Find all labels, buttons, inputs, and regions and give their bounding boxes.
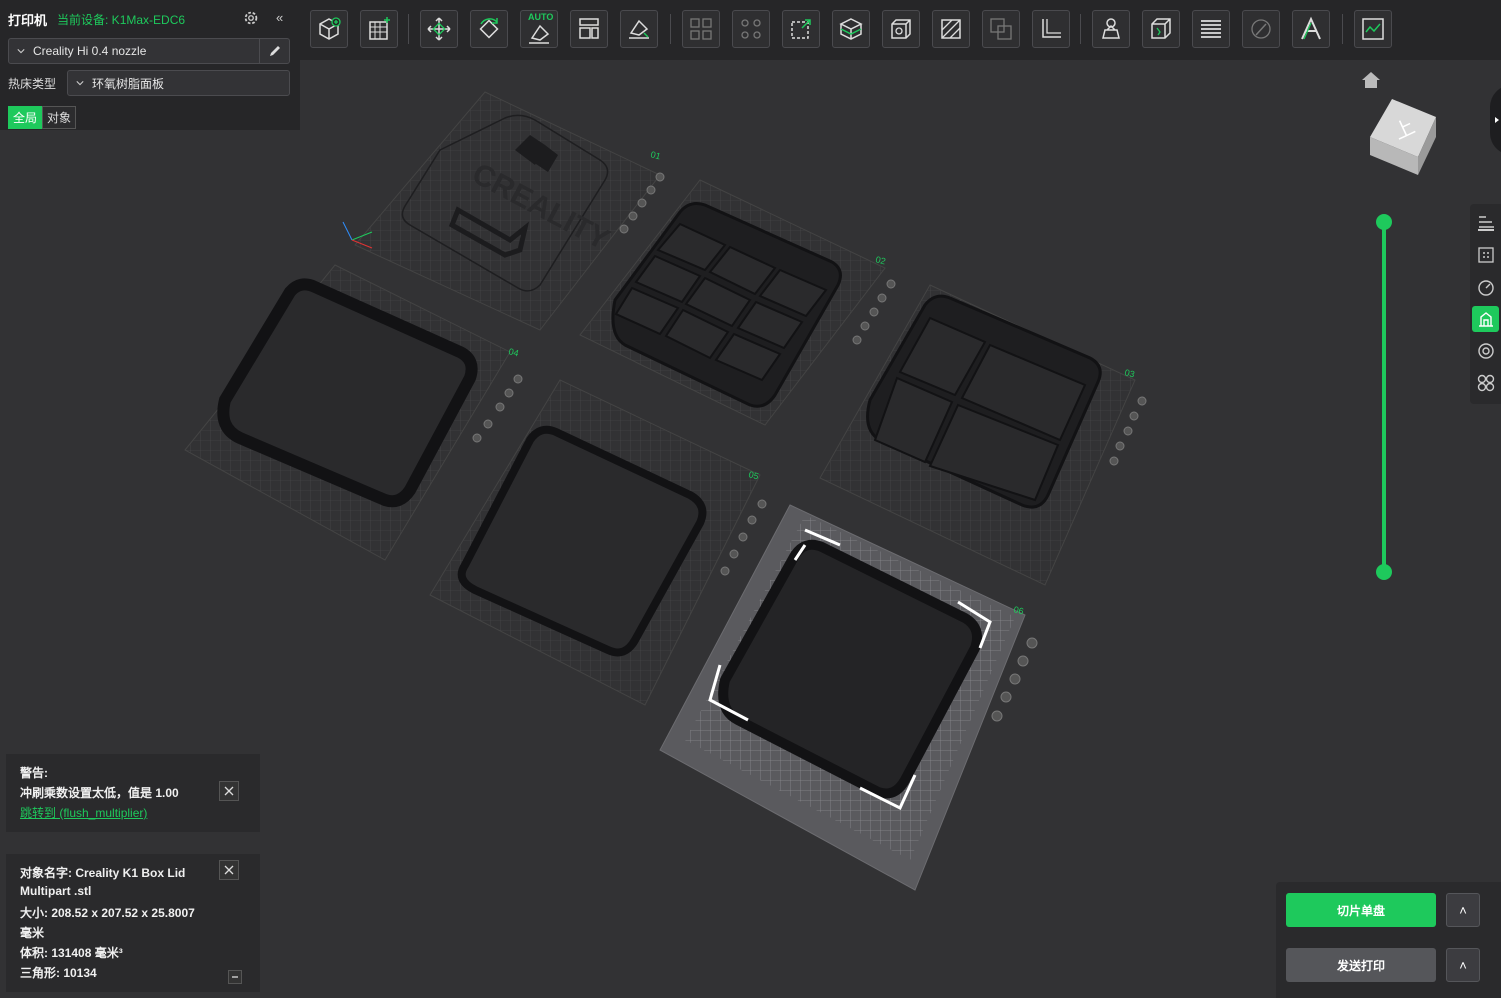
support-view-icon: [1478, 312, 1493, 327]
layer-slider-track[interactable]: [1382, 222, 1386, 572]
send-print-button[interactable]: 发送打印: [1286, 948, 1436, 982]
view-support-button[interactable]: [1472, 306, 1499, 332]
object-size: 大小: 208.52 x 207.52 x 25.8007: [20, 906, 195, 920]
shell-button[interactable]: [1142, 10, 1180, 48]
object-name: 对象名字: Creality K1 Box Lid: [20, 866, 186, 880]
scale-button[interactable]: [782, 10, 820, 48]
collapse-panel-icon[interactable]: «: [276, 10, 283, 25]
scale-icon: [791, 19, 811, 39]
add-plate-button[interactable]: [360, 10, 398, 48]
split-objects-icon: [690, 18, 712, 40]
object-volume: 体积: 131408 毫米³: [20, 946, 123, 960]
assembly-icon: [1362, 18, 1384, 40]
close-icon: [224, 865, 234, 875]
measure-button[interactable]: [1032, 10, 1070, 48]
view-cube[interactable]: 上: [1362, 95, 1440, 181]
shell-cube-icon: [1151, 18, 1171, 39]
auto-orient-icon: [529, 24, 550, 44]
object-triangles: 三角形: 10134: [20, 966, 97, 980]
text-a-icon: [1301, 16, 1321, 40]
home-icon[interactable]: [1360, 70, 1382, 90]
slice-plate-button[interactable]: 切片单盘: [1286, 893, 1436, 927]
rotate-button[interactable]: [470, 10, 508, 48]
color-paint-icon: [1251, 19, 1271, 39]
warning-title: 警告:: [20, 766, 48, 780]
hollow-button[interactable]: [882, 10, 920, 48]
rotate-icon: [479, 18, 499, 39]
view-grid-button[interactable]: [1472, 242, 1499, 268]
object-size-unit: 毫米: [20, 926, 45, 940]
current-device[interactable]: 当前设备: K1Max-EDC6: [57, 11, 185, 28]
assembly-button[interactable]: [1354, 10, 1392, 48]
object-name-cont: Multipart .stl: [20, 884, 92, 898]
layout-button[interactable]: [570, 10, 608, 48]
layer-slider-bottom-handle[interactable]: [1376, 564, 1392, 580]
seam-paint-icon: [1102, 18, 1120, 39]
warning-message: 冲刷乘数设置太低，值是 1.00: [20, 786, 179, 800]
auto-label: AUTO: [528, 12, 554, 22]
measure-icon: [1042, 19, 1061, 38]
chevron-down-icon: [17, 49, 25, 54]
seam-paint-button[interactable]: [1092, 10, 1130, 48]
four-circles-icon: [1477, 374, 1494, 392]
split-parts-icon: [741, 19, 761, 39]
object-info-panel: 对象名字: Creality K1 Box Lid Multipart .stl…: [6, 854, 260, 992]
nozzle-value: Creality Hi 0.4 nozzle: [33, 44, 147, 58]
color-paint-button[interactable]: [1242, 10, 1280, 48]
print-options-button[interactable]: ˄: [1446, 948, 1480, 982]
close-warning-button[interactable]: [219, 781, 239, 801]
plate-label-04: 04: [507, 346, 519, 358]
lay-on-face-button[interactable]: [620, 10, 658, 48]
gear-icon[interactable]: [242, 9, 260, 27]
support-paint-button[interactable]: [932, 10, 970, 48]
action-panel: 切片单盘 ˄ 发送打印 ˄: [1276, 882, 1501, 998]
support-paint-icon: [941, 19, 961, 39]
boolean-button[interactable]: [982, 10, 1020, 48]
cut-cube-icon: [839, 18, 863, 40]
printer-panel-title: 打印机: [8, 13, 48, 28]
plate-grid-icon: [369, 17, 390, 40]
align-layout-icon: [579, 18, 599, 39]
text-tool-button[interactable]: [1292, 10, 1330, 48]
close-object-info-button[interactable]: [219, 860, 239, 880]
layer-setting-button[interactable]: [1192, 10, 1230, 48]
warning-panel: 警告: 冲刷乘数设置太低，值是 1.00 跳转到 (flush_multipli…: [6, 754, 260, 832]
move-button[interactable]: [420, 10, 458, 48]
add-cube-icon: [319, 17, 341, 40]
view-layers-button[interactable]: [1472, 210, 1499, 236]
close-icon: [224, 786, 234, 796]
cut-button[interactable]: [832, 10, 870, 48]
minimize-info-button[interactable]: [228, 970, 242, 984]
speedometer-icon: [1477, 280, 1494, 296]
split-objects-button[interactable]: [682, 10, 720, 48]
view-fit-button[interactable]: [1472, 338, 1499, 364]
warning-link[interactable]: 跳转到 (flush_multiplier): [20, 804, 147, 821]
view-arrange-button[interactable]: [1472, 370, 1499, 396]
target-icon: [1477, 343, 1494, 359]
boolean-icon: [990, 18, 1012, 40]
plate-04[interactable]: 04: [184, 264, 520, 561]
caret-right-icon: [1495, 117, 1499, 123]
view-speed-button[interactable]: [1472, 274, 1499, 300]
view-tools-bar: [1470, 204, 1501, 404]
pencil-icon: [270, 46, 280, 56]
plate-03[interactable]: 03: [819, 284, 1136, 586]
dotted-square-icon: [1477, 247, 1494, 263]
minus-icon: [232, 976, 238, 978]
layers-view-icon: [1477, 216, 1494, 231]
move-icon: [427, 17, 451, 41]
hollow-icon: [891, 19, 911, 39]
layer-slider-top-handle[interactable]: [1376, 214, 1392, 230]
auto-orient-button[interactable]: AUTO: [520, 10, 558, 48]
layers-icon: [1201, 20, 1221, 38]
slice-options-button[interactable]: ˄: [1446, 893, 1480, 927]
plate-label-01: 01: [649, 149, 661, 161]
toolbar: AUTO: [300, 0, 1501, 60]
add-object-button[interactable]: [310, 10, 348, 48]
lay-on-face-icon: [629, 19, 649, 39]
split-parts-button[interactable]: [732, 10, 770, 48]
